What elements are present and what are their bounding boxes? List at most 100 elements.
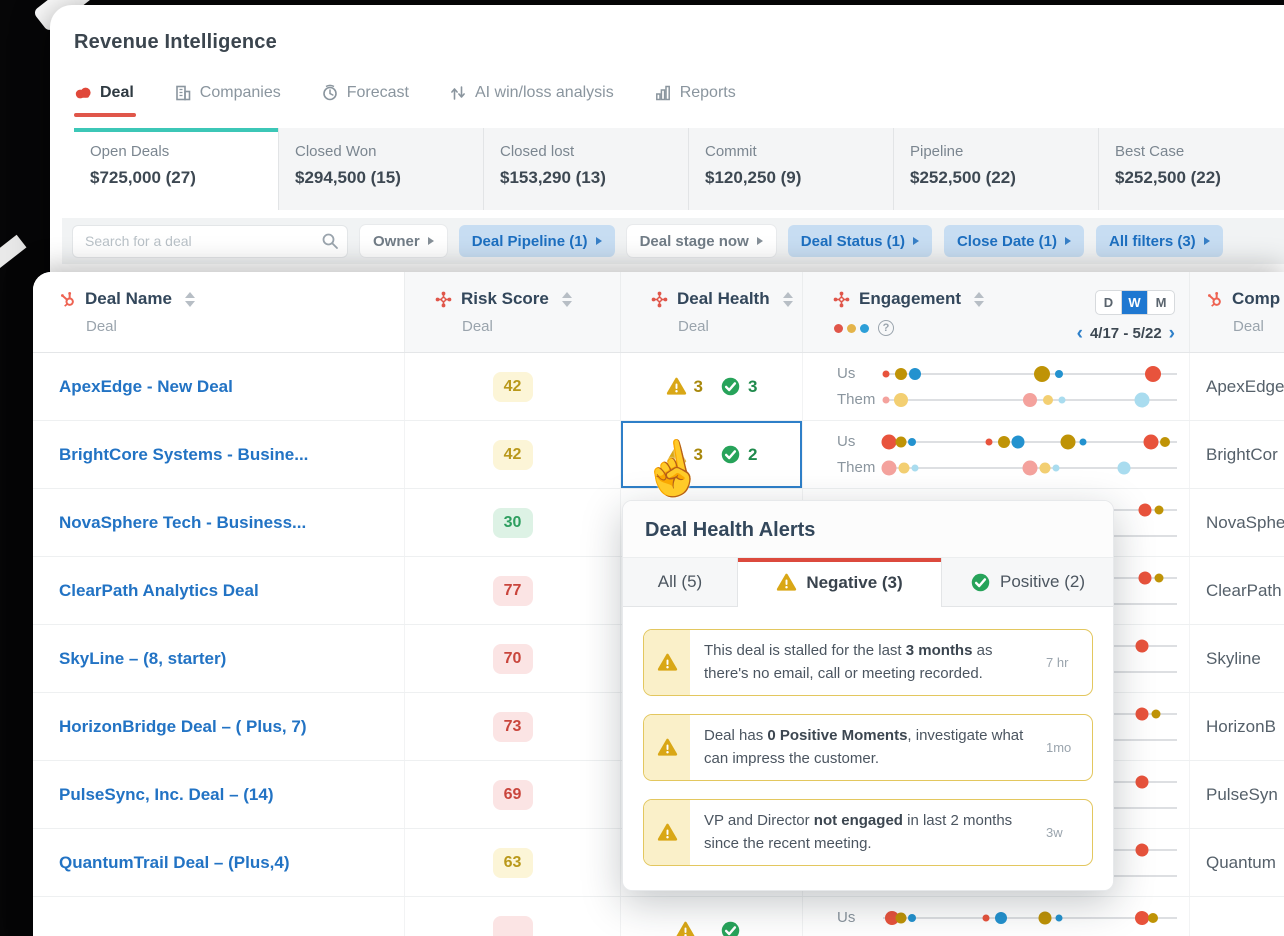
card-label: Best Case xyxy=(1115,143,1185,160)
table-header: Deal Name Deal Risk Score Deal Deal Heal… xyxy=(33,272,1284,353)
date-range: 4/17 - 5/22 xyxy=(1089,325,1162,342)
deal-name-link[interactable]: QuantumTrail Deal – (Plus,4) xyxy=(59,853,290,873)
deal-icon xyxy=(74,84,92,102)
column-title: Comp xyxy=(1232,289,1281,308)
toggle-week[interactable]: W xyxy=(1122,291,1148,314)
warning-icon xyxy=(657,737,678,758)
alert-item: Deal has 0 Positive Moments, investigate… xyxy=(643,714,1093,781)
search-input[interactable] xyxy=(72,224,348,258)
risk-score-badge: 42 xyxy=(492,371,533,402)
us-label: Us xyxy=(837,433,856,450)
filter-label: Close Date (1) xyxy=(956,232,1057,250)
sort-icon[interactable] xyxy=(782,291,793,307)
hand-cursor-icon: ☝ xyxy=(634,434,711,506)
column-title: Deal Health xyxy=(677,289,770,308)
background-wedge xyxy=(0,234,27,274)
filter-close-date[interactable]: Close Date (1) xyxy=(943,225,1084,257)
alert-warning-strip xyxy=(644,800,690,865)
us-timeline xyxy=(882,365,1177,382)
them-timeline xyxy=(881,460,1177,475)
us-timeline xyxy=(883,910,1177,925)
deal-name-link[interactable]: ApexEdge - New Deal xyxy=(59,377,233,397)
check-icon xyxy=(720,920,741,936)
sort-icon[interactable] xyxy=(561,291,572,307)
card-label: Commit xyxy=(705,143,757,160)
filter-label: Deal Pipeline (1) xyxy=(471,232,588,250)
tab-label: Companies xyxy=(199,84,281,101)
summary-card-closed-lost[interactable]: Closed lost $153,290 (13) xyxy=(484,128,689,210)
filter-label: All filters (3) xyxy=(1109,232,1196,250)
column-header-deal-health[interactable]: Deal Health Deal xyxy=(621,272,803,352)
deal-name-link[interactable]: NovaSphere Tech - Business... xyxy=(59,513,306,533)
card-label: Pipeline xyxy=(910,143,964,160)
sort-icon[interactable] xyxy=(974,291,985,307)
alert-list: This deal is stalled for the last 3 mont… xyxy=(623,607,1113,890)
legend-dot-blue xyxy=(860,323,869,333)
deal-name-link[interactable]: BrightCore Systems - Busine... xyxy=(59,445,308,465)
warning-icon xyxy=(657,822,678,843)
column-header-engagement[interactable]: Engagement ? D W M ‹ 4/17 - 5/22 › xyxy=(803,272,1190,352)
filter-deal-status[interactable]: Deal Status (1) xyxy=(787,225,932,257)
filter-all-filters[interactable]: All filters (3) xyxy=(1096,225,1223,257)
popup-tabs: All (5) Negative (3) Positive (2) xyxy=(623,558,1113,607)
alert-message: VP and Director not engaged in last 2 mo… xyxy=(704,812,1013,852)
companies-icon xyxy=(174,84,192,102)
deal-health-alerts-popup: Deal Health Alerts All (5) Negative (3) … xyxy=(622,500,1114,891)
engagement-legend: ? xyxy=(834,320,984,336)
dropdown-arrow-icon xyxy=(1203,237,1210,245)
company-name: PulseSyn xyxy=(1206,784,1278,804)
summary-card-closed-won[interactable]: Closed Won $294,500 (15) xyxy=(279,128,484,210)
popup-tab-negative[interactable]: Negative (3) xyxy=(738,558,942,607)
alert-timestamp: 1mo xyxy=(1046,740,1072,755)
column-title: Risk Score xyxy=(461,289,549,308)
company-name: NovaSphe xyxy=(1206,512,1284,532)
warning-icon xyxy=(675,920,696,936)
alert-timestamp: 7 hr xyxy=(1046,655,1069,670)
column-header-risk-score[interactable]: Risk Score Deal xyxy=(405,272,621,352)
freddy-ai-icon xyxy=(651,291,668,308)
summary-card-best-case[interactable]: Best Case $252,500 (22) xyxy=(1099,128,1284,210)
tab-forecast[interactable]: Forecast xyxy=(321,84,409,102)
deal-health-cell[interactable]: 3 3 xyxy=(621,353,803,420)
filter-deal-pipeline[interactable]: Deal Pipeline (1) xyxy=(458,225,615,257)
filter-label: Owner xyxy=(373,232,420,250)
hubspot-icon xyxy=(59,291,76,308)
tab-companies[interactable]: Companies xyxy=(174,84,281,102)
deal-name-link[interactable]: SkyLine – (8, starter) xyxy=(59,649,226,669)
column-header-company[interactable]: Comp Deal xyxy=(1190,272,1284,352)
deal-health-cell[interactable] xyxy=(621,897,803,936)
tab-ai-winloss[interactable]: AI win/loss analysis xyxy=(449,84,614,102)
summary-card-open-deals[interactable]: Open Deals $725,000 (27) xyxy=(74,128,279,210)
warning-icon xyxy=(666,376,687,397)
column-header-deal-name[interactable]: Deal Name Deal xyxy=(33,272,405,352)
risk-score-badge: 63 xyxy=(492,847,533,878)
deal-name-link[interactable]: PulseSync, Inc. Deal – (14) xyxy=(59,785,273,805)
popup-tab-positive[interactable]: Positive (2) xyxy=(942,558,1113,607)
alert-message: Deal has 0 Positive Moments, investigate… xyxy=(704,727,1024,767)
dropdown-arrow-icon xyxy=(912,237,919,245)
risk-score-badge: 30 xyxy=(492,507,533,538)
tab-deal[interactable]: Deal xyxy=(74,84,136,117)
filter-owner[interactable]: Owner xyxy=(360,225,447,257)
filter-label: Deal stage now xyxy=(639,232,749,250)
help-icon[interactable]: ? xyxy=(878,320,894,336)
filter-deal-stage[interactable]: Deal stage now xyxy=(626,225,776,257)
chevron-right-icon[interactable]: › xyxy=(1169,324,1175,343)
sort-icon[interactable] xyxy=(184,291,195,307)
check-icon xyxy=(720,444,741,465)
toggle-day[interactable]: D xyxy=(1096,291,1122,314)
alert-item: This deal is stalled for the last 3 mont… xyxy=(643,629,1093,696)
tab-label: Reports xyxy=(679,84,736,101)
popup-tab-label: All (5) xyxy=(657,572,703,591)
tab-reports[interactable]: Reports xyxy=(654,84,736,102)
deal-name-link[interactable]: ClearPath Analytics Deal xyxy=(59,581,259,601)
summary-card-pipeline[interactable]: Pipeline $252,500 (22) xyxy=(894,128,1099,210)
card-label: Closed lost xyxy=(500,143,575,160)
column-title: Engagement xyxy=(859,289,962,308)
toggle-month[interactable]: M xyxy=(1148,291,1174,314)
popup-tab-all[interactable]: All (5) xyxy=(623,558,738,607)
deal-name-link[interactable]: HorizonBridge Deal – ( Plus, 7) xyxy=(59,717,307,737)
summary-card-commit[interactable]: Commit $120,250 (9) xyxy=(689,128,894,210)
nav-tabs: Deal Companies Forecast AI win/loss anal… xyxy=(74,84,1284,117)
chevron-left-icon[interactable]: ‹ xyxy=(1077,324,1083,343)
